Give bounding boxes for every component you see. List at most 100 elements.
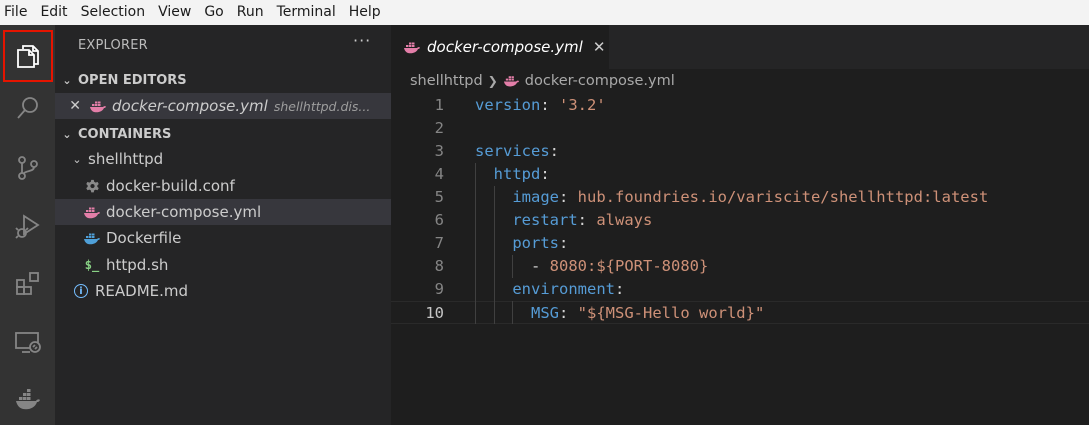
line-number: 7 bbox=[434, 234, 444, 252]
code-token: '3.2' bbox=[559, 96, 606, 114]
code-line[interactable]: 4 httpd: bbox=[391, 163, 1089, 186]
code-token: : bbox=[549, 142, 559, 160]
search-icon[interactable] bbox=[0, 83, 55, 133]
menu-view[interactable]: View bbox=[158, 0, 191, 25]
menu-help[interactable]: Help bbox=[349, 0, 381, 25]
docker-file-icon bbox=[83, 203, 101, 221]
docker-file-icon bbox=[503, 72, 520, 89]
open-editors-header[interactable]: ⌄ OPEN EDITORS bbox=[55, 69, 391, 91]
tab-strip: docker-compose.yml ✕ bbox=[391, 25, 1089, 69]
code-token: MSG bbox=[531, 304, 559, 322]
code-line[interactable]: 3 services: bbox=[391, 140, 1089, 163]
code-token: always bbox=[596, 211, 653, 229]
line-number: 3 bbox=[434, 142, 444, 160]
code-line[interactable]: 9 environment: bbox=[391, 278, 1089, 301]
chevron-right-icon: ❯ bbox=[487, 73, 498, 88]
source-control-icon[interactable] bbox=[0, 143, 55, 193]
gear-icon bbox=[83, 177, 101, 195]
code-token: - bbox=[531, 257, 550, 275]
menu-run[interactable]: Run bbox=[237, 0, 264, 25]
explorer-icon[interactable] bbox=[3, 30, 53, 82]
line-content: ports: bbox=[475, 232, 568, 255]
code-line[interactable]: 5 image: hub.foundries.io/variscite/shel… bbox=[391, 186, 1089, 209]
docker-file-icon bbox=[83, 229, 101, 247]
line-number: 5 bbox=[434, 188, 444, 206]
code-token: : bbox=[559, 188, 578, 206]
close-icon[interactable]: ✕ bbox=[593, 38, 606, 56]
line-content: version: '3.2' bbox=[475, 94, 606, 117]
indent-guide bbox=[475, 163, 476, 324]
code-token: hub.foundries.io/variscite/shellhttpd:la… bbox=[577, 188, 989, 206]
menu-go[interactable]: Go bbox=[204, 0, 223, 25]
open-editor-filename: docker-compose.yml bbox=[112, 97, 268, 115]
menu-edit[interactable]: Edit bbox=[40, 0, 67, 25]
file-label: Dockerfile bbox=[106, 229, 182, 247]
docker-icon[interactable] bbox=[0, 375, 55, 425]
code-line[interactable]: 7 ports: bbox=[391, 232, 1089, 255]
tab-label: docker-compose.yml bbox=[427, 38, 583, 56]
menu-file[interactable]: File bbox=[4, 0, 27, 25]
file-httpd-sh[interactable]: $_ httpd.sh bbox=[55, 252, 391, 278]
line-number: 10 bbox=[425, 304, 444, 322]
menu-selection[interactable]: Selection bbox=[81, 0, 146, 25]
code-token: httpd bbox=[493, 165, 541, 183]
containers-label: CONTAINERS bbox=[78, 126, 172, 142]
folder-shellhttpd[interactable]: ⌄ shellhttpd bbox=[55, 146, 391, 172]
file-docker-compose-yml[interactable]: docker-compose.yml bbox=[55, 199, 391, 225]
more-actions-icon[interactable]: ··· bbox=[353, 31, 371, 50]
line-number: 6 bbox=[434, 211, 444, 229]
indent-guide bbox=[512, 301, 514, 324]
breadcrumb: shellhttpd ❯ docker-compose.yml bbox=[410, 72, 675, 89]
line-content: image: hub.foundries.io/variscite/shellh… bbox=[475, 186, 988, 209]
info-icon: i bbox=[72, 282, 90, 300]
code-token: : bbox=[540, 96, 559, 114]
file-label: docker-build.conf bbox=[106, 177, 235, 195]
breadcrumb-folder[interactable]: shellhttpd bbox=[410, 73, 483, 89]
code-token: 8080:${PORT-8080} bbox=[549, 257, 709, 275]
file-label: httpd.sh bbox=[106, 256, 169, 274]
chevron-down-icon: ⌄ bbox=[72, 152, 82, 166]
containers-header[interactable]: ⌄ CONTAINERS bbox=[55, 123, 391, 145]
shell-icon: $_ bbox=[84, 258, 100, 272]
file-dockerfile[interactable]: Dockerfile bbox=[55, 225, 391, 251]
menu-terminal[interactable]: Terminal bbox=[277, 0, 336, 25]
extensions-icon[interactable] bbox=[0, 259, 55, 309]
code-token: : bbox=[577, 211, 597, 229]
editor-area: docker-compose.yml ✕ shellhttpd ❯ docker… bbox=[391, 25, 1089, 425]
explorer-sidebar: EXPLORER ··· ⌄ OPEN EDITORS ✕ docker-com… bbox=[55, 25, 391, 425]
line-content: httpd: bbox=[475, 163, 550, 186]
sidebar-title: EXPLORER bbox=[78, 38, 148, 53]
indent-guide bbox=[512, 255, 514, 278]
chevron-down-icon: ⌄ bbox=[62, 127, 72, 141]
open-editor-item[interactable]: ✕ docker-compose.yml shellhttpd.dis... bbox=[55, 93, 391, 119]
close-icon[interactable]: ✕ bbox=[55, 98, 81, 114]
file-label: README.md bbox=[95, 282, 189, 300]
tab-docker-compose[interactable]: docker-compose.yml ✕ bbox=[391, 25, 609, 69]
file-label: docker-compose.yml bbox=[106, 203, 262, 221]
activity-bar bbox=[0, 25, 55, 425]
remote-explorer-icon[interactable] bbox=[0, 317, 55, 367]
code-token: services bbox=[475, 142, 550, 160]
line-number: 2 bbox=[434, 119, 444, 137]
code-token: : bbox=[614, 280, 625, 298]
code-token: ports bbox=[512, 234, 559, 252]
line-number: 8 bbox=[434, 257, 444, 275]
code-token: environment bbox=[512, 280, 615, 298]
file-readme-md[interactable]: i README.md bbox=[55, 278, 391, 304]
indent-guide bbox=[493, 186, 495, 324]
code-line[interactable]: 1 version: '3.2' bbox=[391, 94, 1089, 117]
code-line[interactable]: 6 restart: always bbox=[391, 209, 1089, 232]
code-line[interactable]: 10 MSG: "${MSG-Hello world}" bbox=[391, 301, 1089, 324]
run-debug-icon[interactable] bbox=[0, 201, 55, 251]
line-content: environment: bbox=[475, 278, 624, 301]
line-number: 1 bbox=[434, 96, 444, 114]
code-token: restart bbox=[512, 211, 578, 229]
chevron-down-icon: ⌄ bbox=[62, 73, 72, 87]
file-docker-build-conf[interactable]: docker-build.conf bbox=[55, 173, 391, 199]
menu-bar: File Edit Selection View Go Run Terminal… bbox=[0, 0, 1089, 25]
code-line[interactable]: 2 bbox=[391, 117, 1089, 140]
breadcrumb-file[interactable]: docker-compose.yml bbox=[525, 73, 675, 89]
code-token: "${MSG-Hello world}" bbox=[577, 304, 765, 322]
code-line[interactable]: 8 - 8080:${PORT-8080} bbox=[391, 255, 1089, 278]
